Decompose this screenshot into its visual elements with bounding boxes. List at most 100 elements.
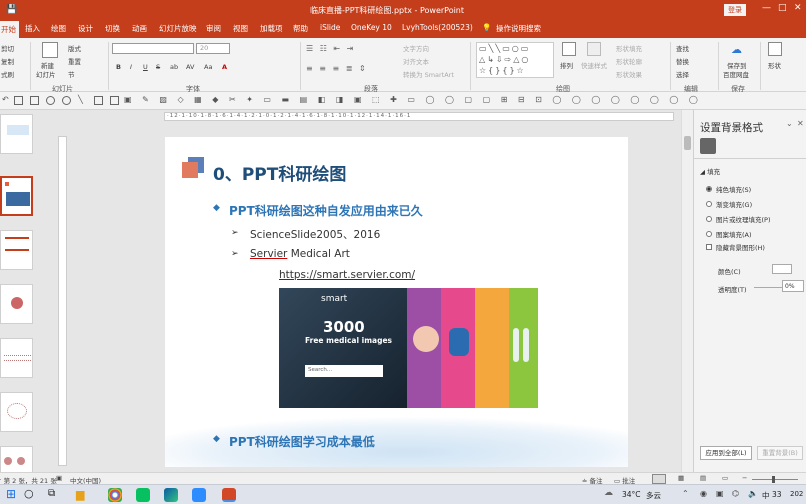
shapes-gallery[interactable]: ▭╲╲▭○▭ △↳⇩⇨△○ ☆{}{}☆: [476, 42, 554, 78]
slide-thumbnail[interactable]: [0, 392, 33, 432]
input-method-indicator[interactable]: 中: [762, 490, 770, 501]
format-painter-button[interactable]: 式刷: [1, 69, 14, 79]
shape-icon[interactable]: [768, 42, 782, 56]
clock-year[interactable]: 202: [790, 490, 803, 498]
bullet-text[interactable]: PPT科研绘图学习成本最低: [229, 433, 375, 450]
undo-icon[interactable]: ↶: [2, 95, 9, 104]
tool-icon[interactable]: [14, 96, 23, 105]
transparency-slider[interactable]: [754, 287, 782, 288]
font-size-box[interactable]: 20: [196, 43, 230, 54]
slide-thumbnail[interactable]: [0, 446, 33, 472]
shape-effects-button[interactable]: 形状效果: [616, 69, 642, 79]
cut-button[interactable]: 剪切: [1, 43, 14, 53]
copy-button[interactable]: 复制: [1, 56, 14, 66]
quick-styles-icon[interactable]: [587, 42, 601, 56]
find-button[interactable]: 查找: [676, 43, 689, 53]
color-picker-button[interactable]: [772, 264, 792, 274]
tab-addins[interactable]: 加载项: [260, 23, 283, 34]
edge-icon[interactable]: [164, 488, 178, 502]
tool-icon[interactable]: [110, 96, 119, 105]
shadow-button[interactable]: ab: [170, 63, 178, 71]
arrange-button[interactable]: 排列: [560, 60, 573, 70]
login-button[interactable]: 登录: [724, 4, 746, 16]
change-case-button[interactable]: Aa: [204, 63, 212, 71]
spellcheck-icon[interactable]: ▣: [56, 474, 62, 482]
slide-thumbnail[interactable]: [0, 230, 33, 270]
vertical-scrollbar[interactable]: [681, 110, 693, 472]
task-view-icon[interactable]: ⧉: [48, 488, 55, 499]
slide-thumbnail[interactable]: [0, 338, 33, 378]
tab-onekey[interactable]: OneKey 10: [351, 23, 392, 32]
baidu-cloud-icon[interactable]: ☁: [731, 43, 742, 56]
tab-review[interactable]: 审阅: [206, 23, 221, 34]
underline-button[interactable]: U: [143, 63, 148, 71]
search-icon[interactable]: ○: [24, 487, 34, 500]
slide-title[interactable]: 0、PPT科研绘图: [213, 160, 346, 185]
bullet-text[interactable]: PPT科研绘图这种自发应用由来已久: [229, 202, 423, 219]
tell-me-search[interactable]: 操作说明搜索: [496, 23, 541, 34]
shape-button[interactable]: 形状: [768, 60, 781, 70]
picture-fill-option[interactable]: 图片或纹理填充(P): [706, 214, 771, 224]
strikethrough-button[interactable]: S: [156, 63, 160, 71]
chrome-icon[interactable]: [108, 488, 122, 502]
line-tool-icon[interactable]: ╲: [78, 95, 83, 104]
pattern-fill-option[interactable]: 图案填充(A): [706, 229, 752, 239]
apply-to-all-button[interactable]: 应用到全部(L): [700, 446, 752, 460]
sub-bullet-text[interactable]: ScienceSlide2005、2016: [250, 227, 380, 242]
list-icons[interactable]: ☰ ☷ ⇤ ⇥: [306, 44, 355, 53]
align-icons[interactable]: ≡ ≡ ≡ ≣ ⇕: [306, 64, 368, 73]
wechat-icon[interactable]: [136, 488, 150, 502]
arrange-icon[interactable]: [562, 42, 576, 56]
autosave-icon[interactable]: 💾: [6, 5, 17, 15]
tab-insert[interactable]: 插入: [25, 23, 40, 34]
hide-background-checkbox[interactable]: 隐藏背景图形(H): [706, 242, 765, 252]
tab-draw[interactable]: 绘图: [51, 23, 66, 34]
bold-button[interactable]: B: [116, 63, 121, 71]
shape-fill-button[interactable]: 形状填充: [616, 43, 642, 53]
fill-section-header[interactable]: ◢ 填充: [700, 166, 720, 176]
shape-outline-button[interactable]: 形状轮廓: [616, 56, 642, 66]
circle-tool-icon[interactable]: [62, 96, 71, 105]
select-button[interactable]: 选择: [676, 69, 689, 79]
normal-view-button[interactable]: [652, 474, 666, 484]
tab-islide[interactable]: iSlide: [320, 23, 340, 32]
replace-button[interactable]: 替换: [676, 56, 689, 66]
sub-bullet-text[interactable]: Servier Medical Art: [250, 248, 350, 260]
volume-icon[interactable]: 🔈: [748, 489, 758, 498]
tab-design[interactable]: 设计: [78, 23, 93, 34]
tray-app-icon[interactable]: ◉: [700, 489, 707, 498]
zoom-out-icon[interactable]: −: [742, 474, 747, 482]
new-slide-label[interactable]: 幻灯片: [36, 69, 56, 79]
close-button[interactable]: ✕: [794, 3, 802, 13]
pane-close-icon[interactable]: ✕: [797, 119, 804, 128]
section-button[interactable]: 节: [68, 69, 75, 79]
format-tools-icons[interactable]: ▣ ✎ ▨ ◇ ▦ ◆ ✂ ✦ ▭ ▬ ▤ ◧ ◨ ▣ ⬚ ✚ ▭ ◯ ◯ ▢ …: [124, 95, 702, 104]
slideshow-view-icon[interactable]: ▭: [722, 474, 728, 482]
font-name-box[interactable]: [112, 43, 194, 54]
tab-animations[interactable]: 动画: [132, 23, 147, 34]
baidu-drive-button[interactable]: 百度网盘: [723, 69, 749, 79]
gradient-fill-option[interactable]: 渐变填充(G): [706, 199, 752, 209]
weather-desc[interactable]: 多云: [646, 490, 661, 501]
new-slide-icon[interactable]: [42, 42, 58, 58]
font-color-button[interactable]: A: [222, 63, 227, 71]
tab-help[interactable]: 帮助: [293, 23, 308, 34]
align-text-button[interactable]: 对齐文本: [403, 56, 429, 66]
tab-transitions[interactable]: 切换: [105, 23, 120, 34]
maximize-button[interactable]: □: [778, 3, 787, 13]
reset-background-button[interactable]: 重置背景(B): [757, 446, 803, 460]
network-icon[interactable]: ⌬: [732, 489, 739, 498]
reset-button[interactable]: 重置: [68, 56, 81, 66]
pane-options-icon[interactable]: ⌄: [786, 119, 793, 128]
minimize-button[interactable]: —: [762, 3, 771, 13]
tab-view[interactable]: 视图: [233, 23, 248, 34]
tray-app-icon[interactable]: ▣: [716, 489, 724, 498]
windows-start-icon[interactable]: ⊞: [6, 487, 16, 501]
tab-slideshow[interactable]: 幻灯片放映: [159, 23, 197, 34]
transparency-input[interactable]: 0%: [782, 280, 804, 292]
servier-website-image[interactable]: smart 3000 Free medical images Search...: [279, 288, 538, 408]
weather-temp[interactable]: 34°C: [622, 490, 641, 499]
solid-fill-option[interactable]: 纯色填充(S): [706, 184, 751, 194]
tab-home[interactable]: 开始: [0, 21, 19, 38]
char-spacing-button[interactable]: AV: [186, 63, 194, 71]
